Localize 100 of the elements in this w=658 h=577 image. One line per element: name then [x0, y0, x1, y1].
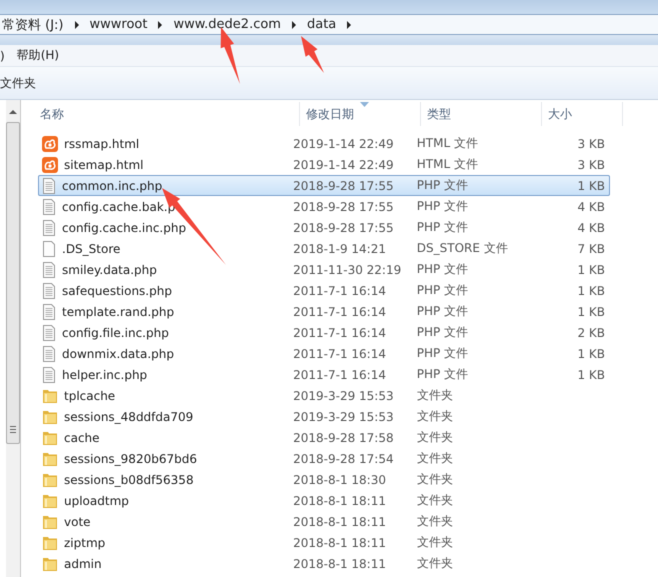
modified-date: 2018-9-28 17:55 [292, 200, 395, 214]
modified-date: 2011-7-1 16:14 [292, 368, 387, 382]
modified-date: 2018-8-1 18:11 [292, 536, 387, 550]
file-row[interactable]: config.cache.inc.php 2018-9-28 17:55 PHP 文件 4 KB [38, 217, 610, 238]
column-header[interactable]: 修改日期 [300, 102, 421, 126]
text-document-icon [42, 346, 56, 362]
file-type: PHP 文件 [416, 282, 470, 299]
file-row[interactable]: rssmap.html 2019-1-14 22:49 HTML 文件 3 KB [38, 133, 610, 154]
file-row[interactable]: sessions_b08df56358 2018-8-1 18:30 文件夹 [38, 469, 610, 490]
text-document-icon [42, 220, 56, 236]
text-document-icon [42, 178, 56, 194]
modified-date: 2011-11-30 22:19 [292, 262, 402, 276]
file-row[interactable]: ziptmp 2018-8-1 18:11 文件夹 [38, 532, 610, 553]
file-type: 文件夹 [416, 513, 454, 530]
address-bar[interactable]: 常资料 (J:) wwwroot www.dede2.com data [0, 14, 658, 35]
file-name: sessions_b08df56358 [64, 472, 194, 486]
file-type: 文件夹 [416, 492, 454, 509]
breadcrumb-item[interactable]: 常资料 (J:) [2, 16, 64, 34]
modified-date: 2018-8-1 18:11 [292, 494, 387, 508]
file-row[interactable]: sessions_48ddfda709 2019-3-29 15:53 文件夹 [38, 406, 610, 427]
file-type: PHP 文件 [416, 261, 470, 278]
file-name: rssmap.html [64, 136, 140, 150]
file-name: smiley.data.php [62, 262, 157, 276]
breadcrumb-item[interactable]: wwwroot [90, 17, 148, 32]
folder-icon [42, 472, 58, 488]
file-type: HTML 文件 [416, 156, 479, 173]
chevron-right-icon[interactable] [157, 20, 164, 28]
file-size: 1 KB [577, 284, 606, 298]
menu-item[interactable]: 帮助(H) [16, 47, 60, 64]
file-name: helper.inc.php [62, 368, 148, 382]
file-name: config.file.inc.php [62, 326, 169, 340]
text-document-icon [42, 324, 56, 340]
file-row[interactable]: admin 2018-8-1 18:11 文件夹 [38, 553, 610, 574]
file-type: 文件夹 [416, 555, 454, 572]
file-row[interactable]: helper.inc.php 2011-7-1 16:14 PHP 文件 1 KB [38, 364, 610, 385]
blank-document-icon [42, 240, 56, 256]
squirrel-logo-icon [42, 156, 58, 172]
file-name: config.cache.bak.p [62, 200, 176, 214]
modified-date: 2011-7-1 16:14 [292, 304, 387, 318]
file-type: 文件夹 [416, 450, 454, 467]
modified-date: 2018-9-28 17:58 [292, 430, 395, 444]
file-type: HTML 文件 [416, 135, 479, 152]
file-type: 文件夹 [416, 471, 454, 488]
file-name: sessions_9820b67bd6 [64, 452, 197, 466]
file-name: config.cache.inc.php [62, 220, 186, 234]
modified-date: 2018-9-28 17:55 [292, 178, 395, 192]
modified-date: 2019-1-14 22:49 [292, 158, 395, 172]
file-name: vote [64, 514, 91, 528]
folder-icon [42, 492, 58, 508]
file-row[interactable]: .DS_Store 2018-1-9 14:21 DS_STORE 文件 7 KB [38, 238, 610, 259]
modified-date: 2011-7-1 16:14 [292, 284, 387, 298]
file-row[interactable]: template.rand.php 2011-7-1 16:14 PHP 文件 1 KB [38, 301, 610, 322]
file-size: 4 KB [577, 200, 606, 214]
folder-icon [42, 450, 58, 466]
chevron-right-icon[interactable] [346, 20, 352, 28]
file-size: 1 KB [577, 368, 606, 382]
file-name: cache [64, 430, 100, 444]
breadcrumb-item[interactable]: data [306, 17, 336, 32]
file-row[interactable]: common.inc.php 2018-9-28 17:55 PHP 文件 1 KB [38, 175, 610, 196]
file-row[interactable]: vote 2018-8-1 18:11 文件夹 [38, 511, 610, 532]
file-row[interactable]: config.cache.bak.p 2018-9-28 17:55 PHP 文件 4 KB [38, 196, 610, 217]
folder-icon [42, 408, 58, 424]
folder-icon [42, 388, 58, 404]
file-row[interactable]: config.file.inc.php 2011-7-1 16:14 PHP 文件 2 KB [38, 322, 610, 343]
file-name: template.rand.php [62, 304, 174, 318]
pointer-arrow [301, 36, 324, 73]
column-header[interactable]: 大小 [542, 102, 623, 126]
column-header[interactable]: 类型 [421, 102, 542, 126]
chevron-right-icon[interactable] [74, 20, 80, 28]
file-row[interactable]: downmix.data.php 2011-7-1 16:14 PHP 文件 1 KB [38, 343, 610, 364]
toolbar-button[interactable]: 文件夹 [0, 72, 36, 94]
column-header[interactable]: 名称 [30, 102, 300, 126]
file-name: sitemap.html [64, 158, 144, 172]
file-row[interactable]: sessions_9820b67bd6 2018-9-28 17:54 文件夹 [38, 448, 610, 469]
file-name: safequestions.php [62, 284, 172, 298]
file-row[interactable]: safequestions.php 2011-7-1 16:14 PHP 文件 1 KB [38, 280, 610, 301]
file-size: 1 KB [577, 262, 606, 276]
breadcrumb-item[interactable]: www.dede2.com [173, 17, 281, 32]
chevron-right-icon[interactable] [290, 20, 297, 28]
file-name: uploadtmp [64, 494, 129, 508]
text-document-icon [42, 198, 56, 214]
file-row[interactable]: tplcache 2019-3-29 15:53 文件夹 [38, 385, 610, 406]
folder-icon [42, 534, 58, 550]
file-row[interactable]: sitemap.html 2019-1-14 22:49 HTML 文件 3 KB [38, 154, 610, 175]
modified-date: 2018-8-1 18:30 [292, 472, 387, 486]
modified-date: 2018-1-9 14:21 [292, 242, 387, 256]
file-type: PHP 文件 [416, 303, 470, 320]
file-size: 1 KB [577, 178, 606, 192]
file-type: PHP 文件 [416, 324, 470, 341]
file-row[interactable]: uploadtmp 2018-8-1 18:11 文件夹 [38, 490, 610, 511]
file-name: admin [64, 556, 102, 570]
file-type: PHP 文件 [416, 198, 470, 215]
file-type: PHP 文件 [416, 366, 470, 383]
menu-item[interactable]: ) [0, 48, 5, 62]
scrollbar[interactable] [6, 100, 21, 577]
file-size: 1 KB [577, 304, 606, 318]
file-type: 文件夹 [416, 534, 454, 551]
file-row[interactable]: cache 2018-9-28 17:58 文件夹 [38, 427, 610, 448]
file-row[interactable]: smiley.data.php 2011-11-30 22:19 PHP 文件 1 KB [38, 259, 610, 280]
modified-date: 2019-3-29 15:53 [292, 388, 395, 402]
